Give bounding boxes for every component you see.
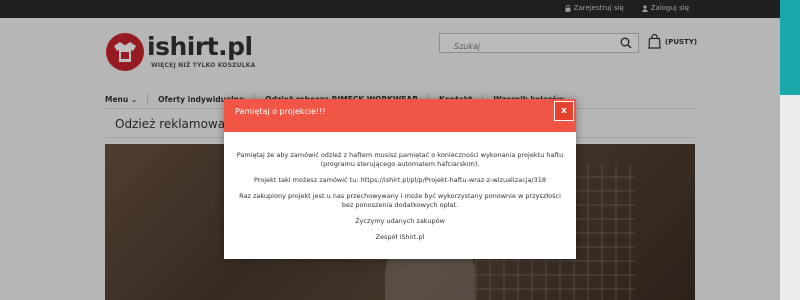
modal-close-button[interactable]: x xyxy=(554,101,574,121)
modal-text-order-link[interactable]: Projekt taki możesz zamówić tu: https://… xyxy=(234,176,566,185)
modal-text-storage-note: Raz zakupiony projekt jest u nas przecho… xyxy=(239,192,561,209)
modal-text-greeting: Życzymy udanych zakupów xyxy=(355,217,445,225)
project-reminder-modal: Pamiętaj o projekcie!!! x Pamiętaj że ab… xyxy=(224,99,576,259)
modal-text-embroidery-note: Pamiętaj że aby zamówić odzież z haftem … xyxy=(236,151,564,168)
modal-title: Pamiętaj o projekcie!!! xyxy=(235,107,326,116)
modal-header: Pamiętaj o projekcie!!! x xyxy=(224,99,576,132)
modal-text-signature: Zespół iShirt.pl xyxy=(375,233,425,241)
modal-body: Pamiętaj że aby zamówić odzież z haftem … xyxy=(234,151,566,249)
side-accent-bar xyxy=(780,0,800,95)
